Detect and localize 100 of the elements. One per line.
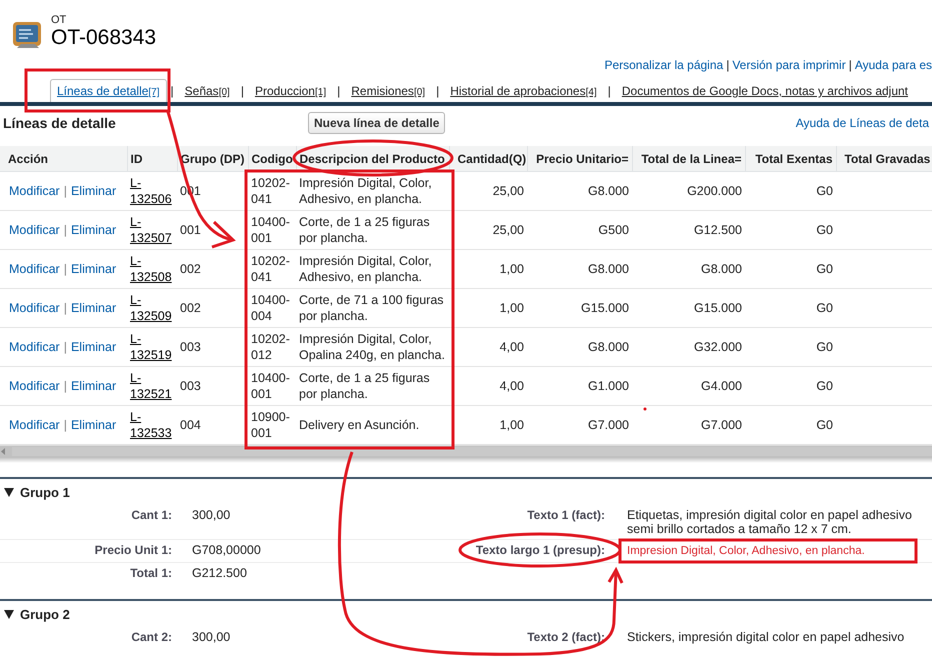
edit-link[interactable]: Modificar bbox=[9, 223, 60, 237]
field-label: Texto 1 (fact): bbox=[526, 508, 605, 524]
edit-link[interactable]: Modificar bbox=[9, 262, 60, 276]
table-cell: G0 bbox=[816, 184, 833, 198]
related-list-tab[interactable]: Líneas de detalle[7] bbox=[50, 79, 167, 102]
delete-link[interactable]: Eliminar bbox=[70, 223, 116, 237]
table-cell: G12.500 bbox=[694, 223, 742, 237]
collapse-triangle-icon[interactable] bbox=[4, 488, 14, 496]
table-cell: Corte, de 1 a 25 figuras por plancha. bbox=[299, 371, 430, 401]
link-separator: | bbox=[62, 184, 68, 198]
delete-link[interactable]: Eliminar bbox=[70, 340, 116, 354]
table-cell: 4,00 bbox=[500, 379, 524, 393]
edit-link[interactable]: Modificar bbox=[9, 418, 60, 432]
record-title: OT-068343 bbox=[51, 26, 156, 50]
column-header: Acción bbox=[0, 146, 127, 172]
table-cell: 002 bbox=[180, 301, 201, 315]
record-id-link[interactable]: L-132521 bbox=[130, 370, 174, 402]
table-cell: G7.000 bbox=[700, 418, 742, 432]
table-cell-text: 10202-041 bbox=[251, 175, 291, 207]
tab-separator: | bbox=[435, 83, 440, 100]
link-separator: | bbox=[62, 340, 68, 354]
table-cell: G8.000 bbox=[700, 262, 742, 276]
edit-link[interactable]: Modificar bbox=[9, 301, 60, 315]
tab-separator: | bbox=[336, 83, 342, 100]
table-cell-text: 10900-001 bbox=[251, 409, 291, 441]
table-cell-text: 10202-012 bbox=[251, 331, 291, 363]
table-cell: 4,00 bbox=[500, 340, 524, 354]
column-header: Total de la Linea= bbox=[632, 146, 745, 172]
scrollbar-thumb[interactable] bbox=[12, 447, 932, 456]
collapse-triangle-icon[interactable] bbox=[4, 610, 14, 618]
column-header: Total Gravadas bbox=[836, 146, 932, 172]
edit-link[interactable]: Modificar bbox=[9, 340, 60, 354]
column-header: Cantidad(Q) bbox=[449, 146, 527, 172]
link-separator: | bbox=[62, 301, 68, 315]
table-cell: Impresión Digital, Color, Adhesivo, en plancha. bbox=[299, 254, 432, 284]
related-list-tab[interactable]: Historial de aprobaciones[4] bbox=[443, 79, 604, 102]
column-header: Grupo (DP) bbox=[177, 146, 248, 172]
table-cell-text: 10400-004 bbox=[251, 292, 291, 324]
field-value: 300,00 bbox=[192, 630, 230, 644]
tab-separator: | bbox=[170, 83, 175, 100]
field-value: Impresion Digital, Color, Adhesivo, en plancha. bbox=[627, 545, 865, 557]
field-value: G212.500 bbox=[192, 566, 247, 580]
table-cell: Delivery en Asunción. bbox=[299, 418, 420, 432]
scroll-left-arrow-icon[interactable] bbox=[1, 448, 6, 455]
field-value: G708,00000 bbox=[192, 543, 261, 557]
table-cell: 1,00 bbox=[500, 262, 524, 276]
table-cell: G0 bbox=[816, 418, 833, 432]
column-header: Total Exentas bbox=[745, 146, 836, 172]
page-link[interactable]: Personalizar la página bbox=[604, 58, 724, 76]
related-list-tab[interactable]: Señas[0] bbox=[178, 79, 237, 102]
link-separator: | bbox=[848, 58, 852, 74]
table-cell: 1,00 bbox=[500, 301, 524, 315]
page-link[interactable]: Versión para imprimir bbox=[732, 58, 846, 76]
record-id-link[interactable]: L-132507 bbox=[130, 214, 174, 246]
related-list-tab[interactable]: Remisiones[0] bbox=[344, 79, 432, 102]
link-separator: | bbox=[62, 418, 68, 432]
table-cell: G8.000 bbox=[588, 262, 629, 276]
column-header: Precio Unitario= bbox=[527, 146, 632, 172]
field-label: Precio Unit 1: bbox=[94, 543, 172, 559]
page-link[interactable]: Ayuda para es bbox=[854, 58, 932, 76]
delete-link[interactable]: Eliminar bbox=[70, 379, 116, 393]
delete-link[interactable]: Eliminar bbox=[70, 301, 116, 315]
link-separator: | bbox=[62, 223, 68, 237]
edit-link[interactable]: Modificar bbox=[9, 184, 60, 198]
table-cell: Impresión Digital, Color, Adhesivo, en plancha. bbox=[299, 176, 432, 206]
group-section-title: Grupo 2 bbox=[20, 606, 70, 622]
delete-link[interactable]: Eliminar bbox=[70, 262, 116, 276]
table-cell: G0 bbox=[816, 340, 833, 354]
related-list-tab[interactable]: Produccion[1] bbox=[248, 79, 334, 102]
record-id-link[interactable]: L-132509 bbox=[130, 292, 174, 324]
horizontal-scrollbar[interactable] bbox=[0, 445, 932, 457]
table-cell: Corte, de 71 a 100 figuras por plancha. bbox=[299, 293, 444, 323]
field-label: Texto 2 (fact): bbox=[526, 630, 605, 646]
new-line-button[interactable]: Nueva línea de detalle bbox=[308, 112, 446, 134]
delete-link[interactable]: Eliminar bbox=[70, 184, 116, 198]
tab-separator: | bbox=[606, 83, 612, 100]
table-cell: G15.000 bbox=[694, 301, 742, 315]
record-id-link[interactable]: L-132519 bbox=[130, 331, 174, 363]
stray-dot bbox=[644, 408, 646, 410]
table-cell: 002 bbox=[180, 262, 201, 276]
record-id-link[interactable]: L-132508 bbox=[130, 253, 174, 285]
link-separator: | bbox=[726, 58, 730, 74]
help-link[interactable]: Ayuda de Líneas de deta bbox=[796, 116, 929, 130]
edit-link[interactable]: Modificar bbox=[9, 379, 60, 393]
delete-link[interactable]: Eliminar bbox=[70, 418, 116, 432]
record-id-link[interactable]: L-132506 bbox=[130, 175, 174, 207]
table-cell: 1,00 bbox=[500, 418, 524, 432]
table-cell: G0 bbox=[816, 301, 833, 315]
table-cell: 001 bbox=[180, 223, 201, 237]
table-cell: G8.000 bbox=[588, 184, 629, 198]
table-cell: G15.000 bbox=[581, 301, 629, 315]
related-list-tab[interactable]: Documentos de Google Docs, notas y archivos adjunt bbox=[614, 79, 916, 102]
field-value: Etiquetas, impresión digital color en papel adhesivo semi brillo cortados a tamaño 12 x 7 cm. bbox=[627, 508, 912, 536]
field-value: Stickers, impresión digital color en papel adhesivo bbox=[627, 630, 904, 644]
link-separator: | bbox=[62, 379, 68, 393]
table-cell: 25,00 bbox=[492, 223, 524, 237]
field-label: Cant 2: bbox=[130, 630, 172, 646]
table-cell: Corte, de 1 a 25 figuras por plancha. bbox=[299, 215, 430, 245]
record-id-link[interactable]: L-132533 bbox=[130, 409, 174, 441]
group-section-title: Grupo 1 bbox=[20, 484, 70, 500]
